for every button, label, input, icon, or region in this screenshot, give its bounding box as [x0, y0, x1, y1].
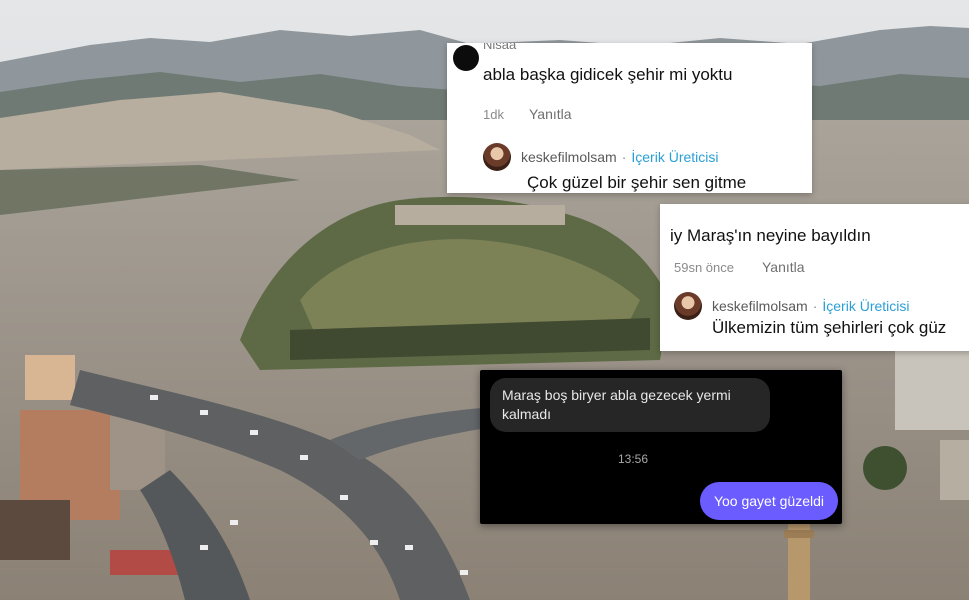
creator-role-label: İçerik Üreticisi — [822, 298, 910, 314]
commenter-name[interactable]: Nisaa — [483, 43, 516, 52]
creator-name[interactable]: keskefilmolsam — [521, 149, 617, 165]
comment-time: 1dk — [483, 107, 504, 122]
creator-reply-text: Ülkemizin tüm şehirleri çok güz — [712, 318, 947, 337]
comment-text: iy Maraş'ın neyine bayıldın — [670, 226, 871, 245]
incoming-message-bubble[interactable]: Maraş boş biryer abla gezecek yermi kalm… — [490, 378, 770, 432]
comment-text: abla başka gidicek şehir mi yoktu — [483, 65, 733, 84]
commenter-avatar[interactable] — [453, 45, 479, 71]
creator-reply-header: keskefilmolsam · İçerik Üreticisi — [483, 143, 719, 171]
reply-button[interactable]: Yanıtla — [762, 259, 805, 275]
outgoing-message-bubble[interactable]: Yoo gayet güzeldi — [699, 482, 838, 520]
separator-dot: · — [621, 149, 627, 165]
separator-dot: · — [812, 298, 818, 314]
message-timestamp: 13:56 — [617, 452, 649, 466]
reply-button[interactable]: Yanıtla — [529, 106, 572, 122]
creator-name[interactable]: keskefilmolsam — [712, 298, 808, 314]
comment-card-2: iy Maraş'ın neyine bayıldın 59sn önce Ya… — [660, 204, 969, 351]
comment-time: 59sn önce — [674, 260, 734, 275]
direct-message-panel: Maraş boş biryer abla gezecek yermi kalm… — [480, 370, 842, 524]
screenshot-stage: Nisaa abla başka gidicek şehir mi yoktu … — [0, 0, 969, 600]
creator-reply-header: keskefilmolsam · İçerik Üreticisi — [674, 292, 910, 320]
creator-role-label: İçerik Üreticisi — [631, 149, 719, 165]
creator-reply-text: Çok güzel bir şehir sen gitme — [527, 173, 747, 192]
creator-avatar[interactable] — [674, 292, 702, 320]
comment-card-1: Nisaa abla başka gidicek şehir mi yoktu … — [447, 43, 812, 193]
creator-avatar[interactable] — [483, 143, 511, 171]
